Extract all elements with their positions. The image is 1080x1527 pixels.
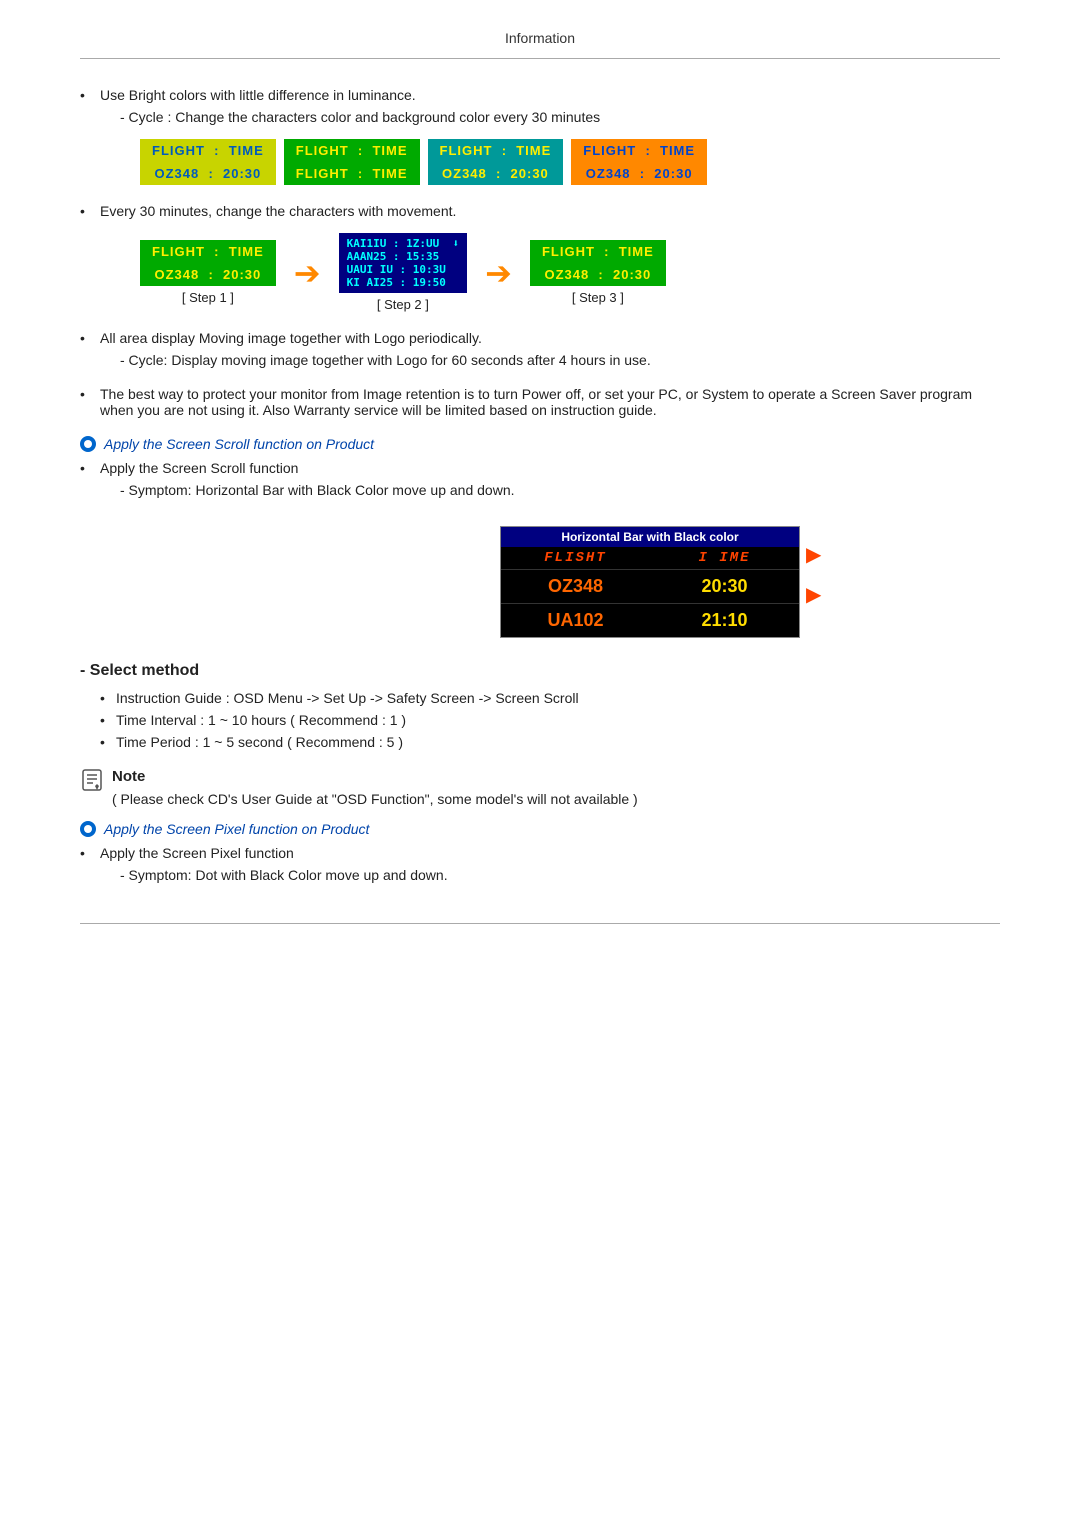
flight-cell-3-bot: OZ348 : 20:30	[428, 162, 564, 185]
pixel-symptom: - Symptom: Dot with Black Color move up …	[120, 867, 1000, 883]
flight-box-1: FLIGHT : TIME OZ348 : 20:30	[140, 139, 276, 185]
page-container: Information Use Bright colors with littl…	[0, 0, 1080, 984]
step-3-flight: FLIGHT : TIME OZ348 : 20:30	[530, 240, 666, 286]
flight-cell-1-top: FLIGHT : TIME	[140, 139, 276, 162]
hbar-header-flight: FLISHT	[501, 547, 650, 569]
hbar-oz348: OZ348	[501, 570, 650, 603]
step-3-top: FLIGHT : TIME	[530, 240, 666, 263]
bullet-text-all-area: All area display Moving image together w…	[100, 330, 482, 346]
select-method-list: Instruction Guide : OSD Menu -> Set Up -…	[80, 690, 1000, 750]
flight-cell-3-top: FLIGHT : TIME	[428, 139, 564, 162]
blue-circle-inner-pixel	[84, 825, 92, 833]
step-1-top: FLIGHT : TIME	[140, 240, 276, 263]
hbar-container: Horizontal Bar with Black color FLISHT I…	[300, 512, 1000, 638]
step-3-box: FLIGHT : TIME OZ348 : 20:30 [ Step 3 ]	[530, 240, 666, 305]
flight-demo-row-1: FLIGHT : TIME OZ348 : 20:30 FLIGHT : TIM…	[140, 139, 1000, 185]
apply-scroll-text: Apply the Screen Scroll function on Prod…	[104, 436, 374, 452]
step-1-label: [ Step 1 ]	[182, 290, 234, 305]
flight-cell-4-bot: OZ348 : 20:30	[571, 162, 707, 185]
scroll-symptom: - Symptom: Horizontal Bar with Black Col…	[120, 482, 1000, 498]
select-item-3: Time Period : 1 ~ 5 second ( Recommend :…	[100, 734, 1000, 750]
hbar-title: Horizontal Bar with Black color	[501, 527, 799, 547]
hbar-arrow-bot: ▶	[806, 585, 821, 605]
arrow-1-icon: ➔	[294, 257, 321, 289]
flight-cell-2-top: FLIGHT : TIME	[284, 139, 420, 162]
hbar-row-1: OZ348 20:30	[501, 569, 799, 603]
note-icon	[80, 768, 104, 792]
bullet-text-bright: Use Bright colors with little difference…	[100, 87, 416, 103]
select-item-2: Time Interval : 1 ~ 10 hours ( Recommend…	[100, 712, 1000, 728]
note-section: Note ( Please check CD's User Guide at "…	[80, 768, 1000, 807]
bottom-divider	[80, 923, 1000, 924]
step-2-label: [ Step 2 ]	[377, 297, 429, 312]
hbar-arrows: ▶ ▶	[800, 545, 821, 605]
select-item-1: Instruction Guide : OSD Menu -> Set Up -…	[100, 690, 1000, 706]
hbar-row-2: UA102 21:10	[501, 603, 799, 637]
step-1-box: FLIGHT : TIME OZ348 : 20:30 [ Step 1 ]	[140, 240, 276, 305]
hbar-header-time: I IME	[650, 547, 799, 569]
flight-cell-1-bot: OZ348 : 20:30	[140, 162, 276, 185]
step-row: FLIGHT : TIME OZ348 : 20:30 [ Step 1 ] ➔…	[140, 233, 1000, 312]
select-method-section: - Select method Instruction Guide : OSD …	[80, 662, 1000, 750]
scroll-list: Apply the Screen Scroll function - Sympt…	[80, 460, 1000, 638]
apply-scroll-line: Apply the Screen Scroll function on Prod…	[80, 436, 1000, 452]
pixel-bullet-item: Apply the Screen Pixel function - Sympto…	[80, 845, 1000, 883]
flight-box-3: FLIGHT : TIME OZ348 : 20:30	[428, 139, 564, 185]
apply-pixel-text: Apply the Screen Pixel function on Produ…	[104, 821, 369, 837]
step-2-scrambled: KAI1IU : 1Z:UU ⬇ AAAN25 : 15:35 UAUI IU …	[339, 233, 468, 293]
flight-box-2: FLIGHT : TIME FLIGHT : TIME	[284, 139, 420, 185]
pixel-list: Apply the Screen Pixel function - Sympto…	[80, 845, 1000, 883]
flight-box-4: FLIGHT : TIME OZ348 : 20:30	[571, 139, 707, 185]
blue-circle-pixel	[80, 821, 96, 837]
select-method-title: - Select method	[80, 662, 1000, 680]
blue-circle-inner-scroll	[84, 440, 92, 448]
sub-text-cycle: - Cycle : Change the characters color an…	[120, 109, 1000, 125]
bullet-text-30: Every 30 minutes, change the characters …	[100, 203, 456, 219]
hbar-arrow-top: ▶	[806, 545, 821, 565]
note-label-text: Note	[112, 768, 145, 785]
hbar-2110: 21:10	[650, 604, 799, 637]
bullet-best-way: The best way to protect your monitor fro…	[80, 386, 1000, 418]
apply-pixel-line: Apply the Screen Pixel function on Produ…	[80, 821, 1000, 837]
step-1-bot: OZ348 : 20:30	[140, 263, 276, 286]
step-2-box: KAI1IU : 1Z:UU ⬇ AAAN25 : 15:35 UAUI IU …	[339, 233, 468, 312]
hbar-demo: Horizontal Bar with Black color FLISHT I…	[500, 526, 800, 638]
sub-text-all-area: - Cycle: Display moving image together w…	[120, 352, 1000, 368]
step-2-line2: AAAN25 : 15:35	[347, 250, 460, 263]
note-label: Note ( Please check CD's User Guide at "…	[112, 768, 638, 807]
bullet-text-best-way: The best way to protect your monitor fro…	[100, 386, 972, 418]
flight-cell-4-top: FLIGHT : TIME	[571, 139, 707, 162]
flight-cell-2-bot: FLIGHT : TIME	[284, 162, 420, 185]
pixel-bullet-text: Apply the Screen Pixel function	[100, 845, 294, 861]
hbar-2030: 20:30	[650, 570, 799, 603]
step-1-flight: FLIGHT : TIME OZ348 : 20:30	[140, 240, 276, 286]
scroll-bullet-text: Apply the Screen Scroll function	[100, 460, 298, 476]
bullet-bright-colors: Use Bright colors with little difference…	[80, 87, 1000, 185]
page-title: Information	[80, 30, 1000, 59]
hbar-header-row: FLISHT I IME	[501, 547, 799, 569]
step-2-line3: UAUI IU : 10:3U	[347, 263, 460, 276]
step-2-line4: KI AI25 : 19:50	[347, 276, 460, 289]
step-2-line1: KAI1IU : 1Z:UU ⬇	[347, 237, 460, 250]
bullet-all-area: All area display Moving image together w…	[80, 330, 1000, 368]
step-3-label: [ Step 3 ]	[572, 290, 624, 305]
arrow-2-icon: ➔	[485, 257, 512, 289]
hbar-ua102: UA102	[501, 604, 650, 637]
note-body: ( Please check CD's User Guide at "OSD F…	[112, 791, 638, 807]
scroll-bullet-item: Apply the Screen Scroll function - Sympt…	[80, 460, 1000, 638]
main-list: Use Bright colors with little difference…	[80, 87, 1000, 418]
bullet-every-30: Every 30 minutes, change the characters …	[80, 203, 1000, 312]
blue-circle-scroll	[80, 436, 96, 452]
step-3-bot: OZ348 : 20:30	[530, 263, 666, 286]
